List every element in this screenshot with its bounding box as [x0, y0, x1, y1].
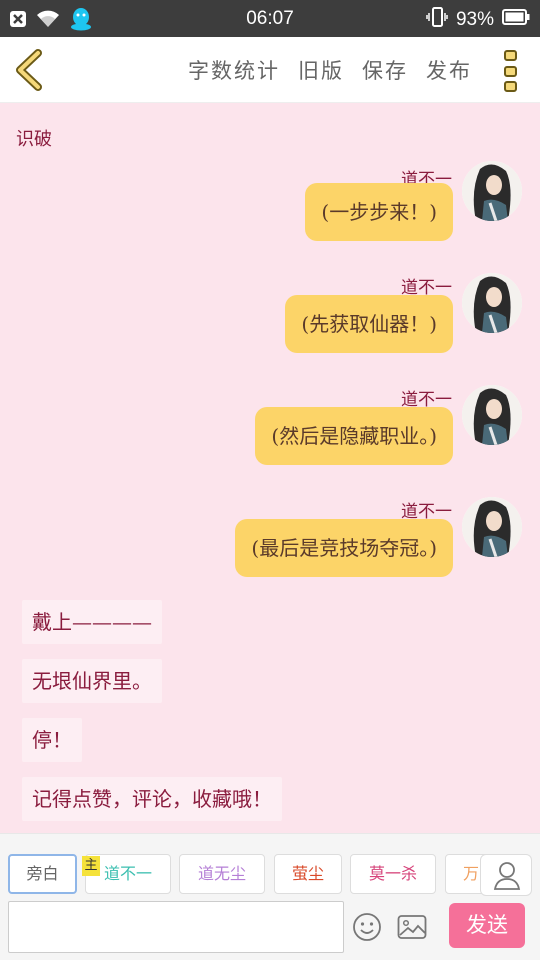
message-bubble: (最后是竞技场夺冠。) — [235, 519, 453, 577]
battery-icon — [502, 8, 530, 32]
chevron-left-icon — [16, 49, 42, 91]
more-dot-icon — [504, 50, 517, 61]
old-version-button[interactable]: 旧版 — [298, 55, 344, 85]
battery-percent: 93% — [455, 9, 494, 30]
message-bubble: (然后是隐藏职业。) — [255, 407, 453, 465]
avatar[interactable] — [462, 273, 522, 333]
chat-message[interactable]: 道不一 (然后是隐藏职业。) — [18, 385, 522, 475]
back-button[interactable] — [12, 49, 52, 91]
user-icon — [493, 862, 521, 890]
image-icon — [397, 915, 427, 939]
vibrate-icon — [426, 7, 448, 33]
narration-line[interactable]: 停！ — [22, 718, 82, 762]
top-toolbar: 字数统计 旧版 保存 发布 — [0, 37, 540, 103]
save-button[interactable]: 保存 — [362, 55, 408, 85]
narration-line[interactable]: 戴上———— — [22, 600, 162, 644]
send-button[interactable]: 发送 — [449, 903, 525, 948]
message-input[interactable] — [8, 901, 344, 953]
message-bubble: (先获取仙器！) — [285, 295, 453, 353]
more-dot-icon — [504, 65, 517, 77]
emoji-button[interactable] — [352, 912, 382, 942]
narration-line[interactable]: 无垠仙界里。 — [22, 659, 162, 703]
chapter-title: 识破 — [16, 129, 52, 150]
word-count-button[interactable]: 字数统计 — [188, 55, 280, 85]
avatar[interactable] — [462, 385, 522, 445]
publish-button[interactable]: 发布 — [426, 55, 472, 85]
chat-message[interactable]: 道不一 (先获取仙器！) — [18, 273, 522, 363]
chat-message[interactable]: 道不一 (一步步来！) — [18, 161, 522, 251]
avatar[interactable] — [462, 161, 522, 221]
chat-message[interactable]: 道不一 (最后是竞技场夺冠。) — [18, 497, 522, 587]
chat-area[interactable]: 识破 道不一 (一步步来！) 道不一 (先获取仙器！) 道不一 (然后是隐藏职业… — [0, 103, 540, 833]
smiley-icon — [353, 913, 381, 941]
role-mo-yisha[interactable]: 莫一杀 — [350, 854, 436, 894]
role-ying-chen[interactable]: 萤尘 — [274, 854, 342, 894]
narration-line[interactable]: 记得点赞，评论，收藏哦！ — [22, 777, 282, 821]
composer-panel: 旁白 道不一 道无尘 萤尘 莫一杀 万 主 发送 — [0, 833, 540, 960]
status-bar: 06:07 93% — [0, 0, 540, 37]
message-bubble: (一步步来！) — [305, 183, 453, 241]
main-role-badge: 主 — [82, 856, 100, 876]
role-narrator[interactable]: 旁白 — [8, 854, 77, 894]
more-dot-icon — [504, 81, 517, 92]
more-menu-button[interactable] — [504, 50, 518, 92]
image-button[interactable] — [397, 914, 427, 940]
role-dao-wuchen[interactable]: 道无尘 — [179, 854, 265, 894]
avatar[interactable] — [462, 497, 522, 557]
add-role-button[interactable] — [480, 854, 532, 896]
